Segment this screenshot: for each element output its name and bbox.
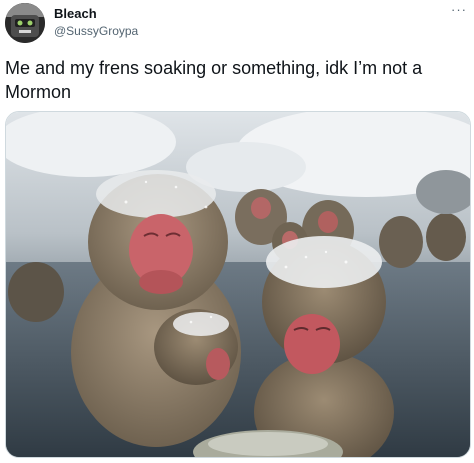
avatar[interactable] xyxy=(5,3,45,43)
author-handle[interactable]: @SussyGroypa xyxy=(54,24,138,39)
photo-snow-monkeys-icon xyxy=(6,112,470,457)
avatar-image-icon xyxy=(5,3,45,43)
more-options-icon[interactable]: ··· xyxy=(450,3,468,20)
tweet-text: Me and my frens soaking or something, id… xyxy=(5,58,423,102)
tweet-card[interactable]: Bleach @SussyGroypa ··· Me and my frens … xyxy=(0,0,474,463)
author-display-name[interactable]: Bleach xyxy=(54,6,97,22)
tweet-photo[interactable] xyxy=(5,111,471,458)
